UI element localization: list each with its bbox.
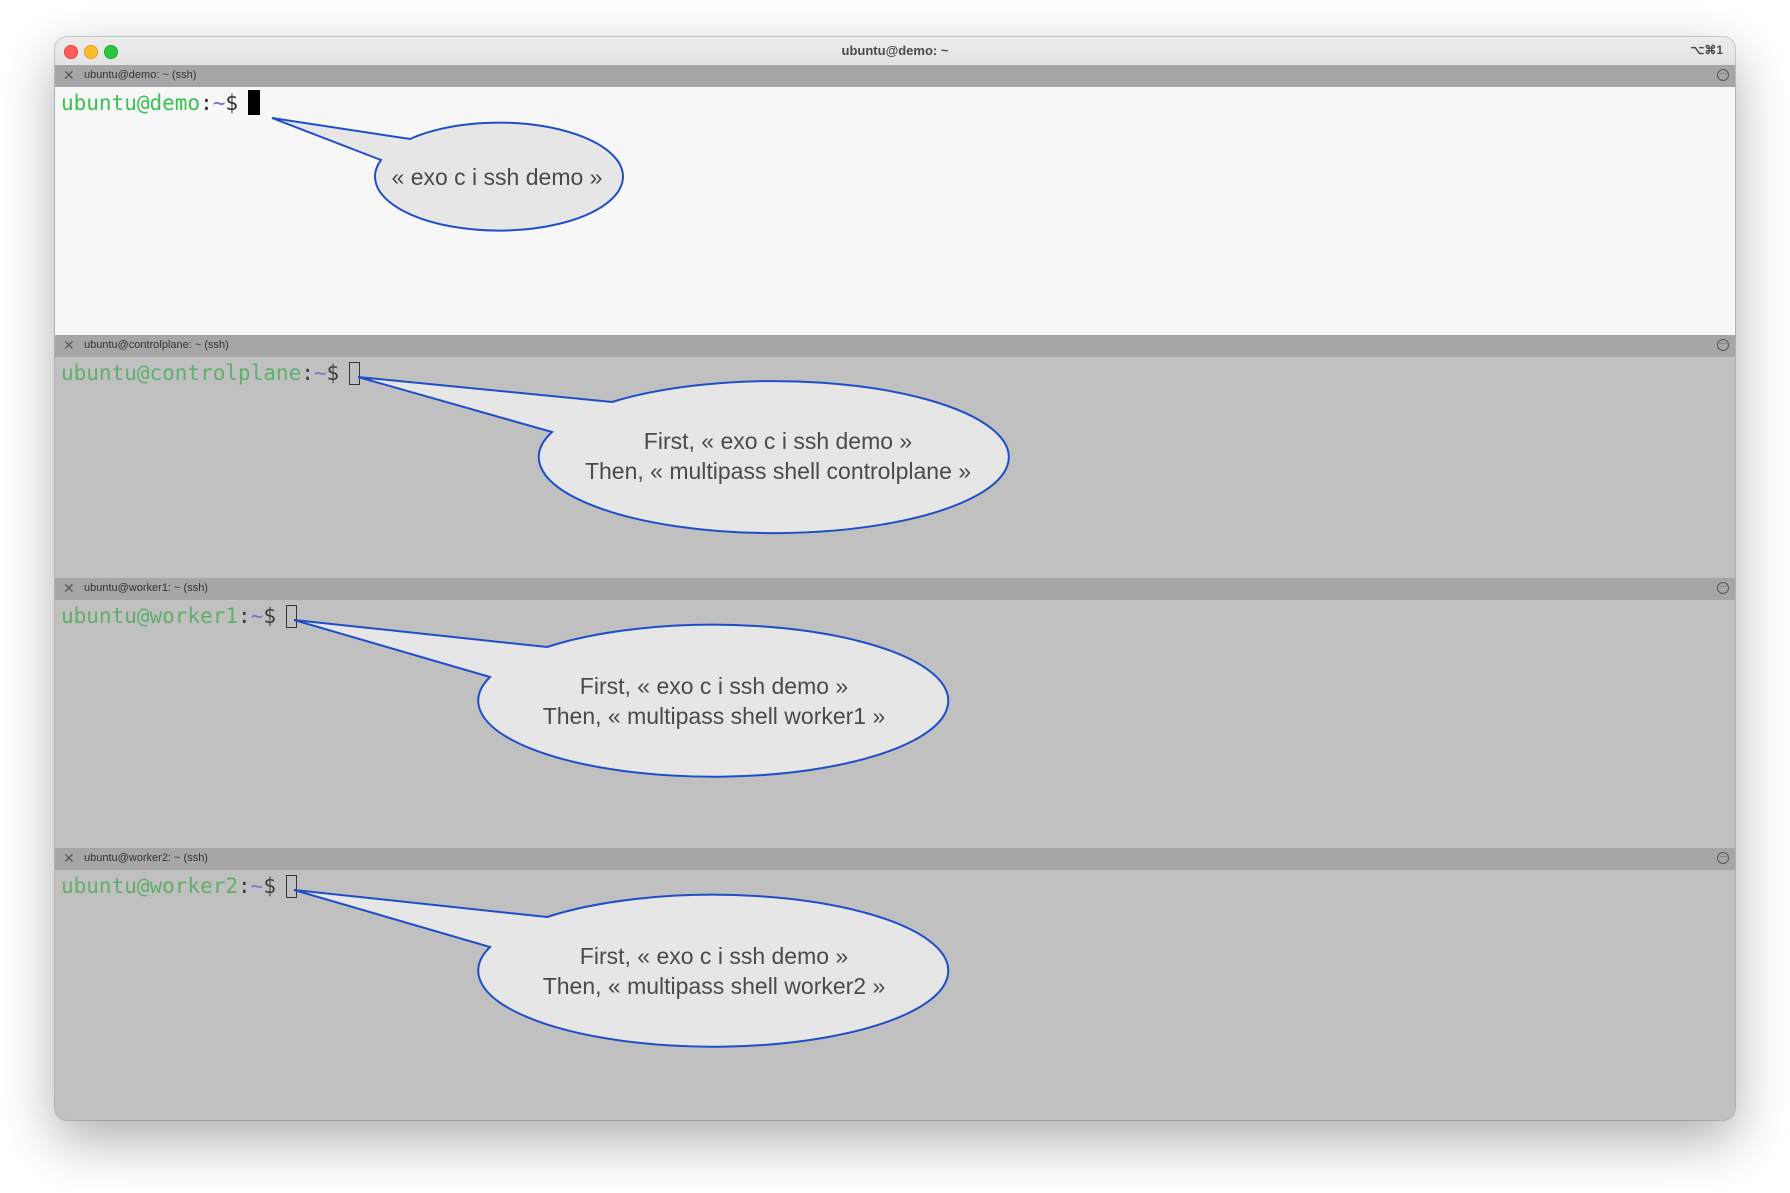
callout-line-2: Then, « multipass shell controlplane » [585,458,971,484]
callout-line-1: First, « exo c i ssh demo » [580,673,848,699]
callout-line-1: First, « exo c i ssh demo » [580,943,848,969]
callout-controlplane: First, « exo c i ssh demo » Then, « mult… [357,376,1010,535]
callout-line-1: First, « exo c i ssh demo » [644,428,912,454]
callout-overlay: « exo c i ssh demo » First, « exo c i ss… [271,117,1010,1048]
callout-shape [357,376,1010,535]
callout-worker2: First, « exo c i ssh demo » Then, « mult… [293,889,950,1048]
callout-line-1: « exo c i ssh demo » [392,164,603,190]
callout-line-2: Then, « multipass shell worker2 » [543,973,886,999]
callout-demo: « exo c i ssh demo » [271,117,624,232]
callout-worker1: First, « exo c i ssh demo » Then, « mult… [293,619,950,778]
callout-line-2: Then, « multipass shell worker1 » [543,703,886,729]
